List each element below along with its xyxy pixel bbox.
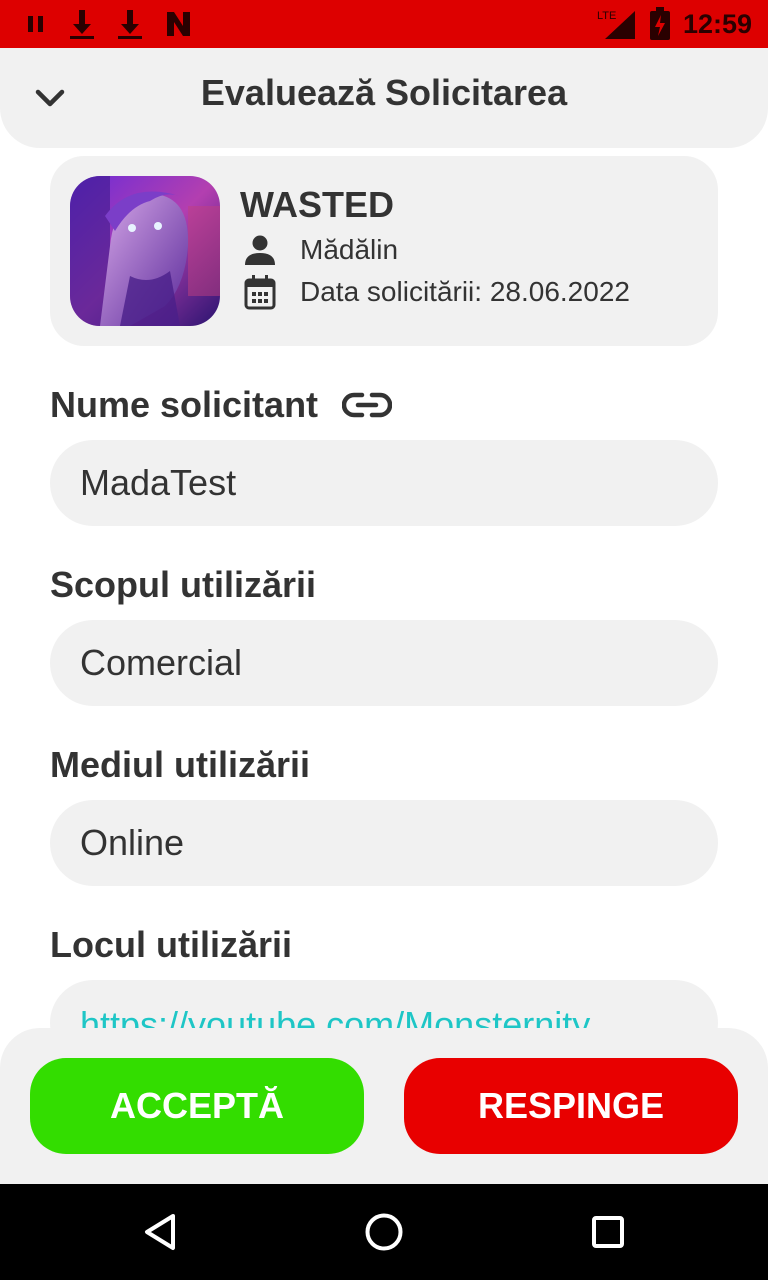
home-circle-icon[interactable] <box>360 1208 408 1256</box>
place-label: Locul utilizării <box>50 924 293 965</box>
requester-label: Nume solicitant <box>50 384 319 425</box>
request-date: Data solicitării: 28.06.2022 <box>300 276 630 307</box>
status-time: 12:59 <box>682 8 752 39</box>
medium-label: Mediul utilizării <box>50 744 311 785</box>
back-triangle-icon[interactable] <box>136 1208 184 1256</box>
accept-button[interactable]: ACCEPTĂ <box>30 1058 364 1154</box>
reject-button[interactable]: RESPINGE <box>404 1058 738 1154</box>
pause-icon <box>24 12 48 36</box>
navigation-bar <box>0 1184 768 1280</box>
header: Evaluează Solicitarea <box>0 48 768 148</box>
requester-field: MadaTest <box>50 440 718 526</box>
date-row: Data solicitării: 28.06.2022 <box>240 272 630 312</box>
status-bar: LTE 12:59 <box>0 0 768 48</box>
signal-icon: LTE <box>597 7 637 41</box>
requester-name: Mădălin <box>300 234 399 265</box>
battery-icon <box>649 7 671 41</box>
download-icon <box>68 8 96 40</box>
artwork-image <box>70 176 220 326</box>
recents-square-icon[interactable] <box>584 1208 632 1256</box>
page-title: Evaluează Solicitarea <box>200 72 568 113</box>
request-title: WASTED <box>240 184 395 225</box>
netflix-icon <box>164 9 194 39</box>
requester-label-row: Nume solicitant <box>50 384 393 426</box>
requester-row: Mădălin <box>240 230 398 270</box>
medium-field: Online <box>50 800 718 886</box>
download-icon <box>116 8 144 40</box>
purpose-label: Scopul utilizării <box>50 564 317 605</box>
action-bar: ACCEPTĂ RESPINGE <box>0 1028 768 1184</box>
network-type-text: LTE <box>597 10 616 22</box>
person-icon <box>240 230 280 270</box>
link-icon[interactable] <box>342 390 393 420</box>
purpose-field: Comercial <box>50 620 718 706</box>
calendar-icon <box>240 272 280 312</box>
